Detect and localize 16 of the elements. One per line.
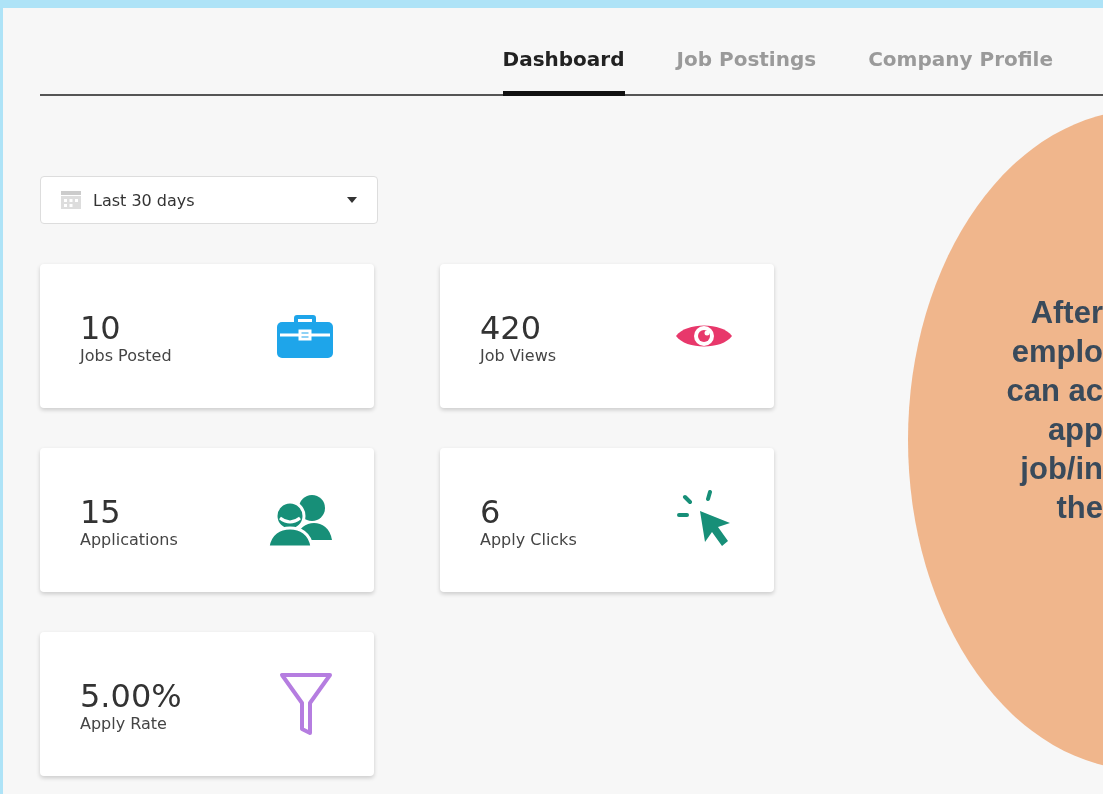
stat-value: 10 (80, 311, 122, 344)
callout-text: After emplo can ac app job/in the (1006, 294, 1103, 527)
date-range-dropdown[interactable]: Last 30 days (40, 176, 378, 224)
date-range-value: Last 30 days (93, 190, 196, 210)
stat-value: 5.00% (80, 679, 182, 712)
stat-label: Apply Clicks (480, 529, 577, 549)
stat-value: 6 (480, 495, 502, 528)
stat-label: Applications (80, 529, 178, 549)
stat-label: Job Views (480, 345, 557, 365)
stat-label: Apply Rate (80, 713, 168, 733)
calendar-icon (61, 191, 81, 209)
stat-value: 420 (480, 311, 543, 344)
stat-value: 15 (80, 495, 122, 528)
nav-tab[interactable]: Dashboard (502, 47, 625, 96)
stat-label: Jobs Posted (80, 345, 172, 365)
caret-icon (347, 197, 357, 203)
